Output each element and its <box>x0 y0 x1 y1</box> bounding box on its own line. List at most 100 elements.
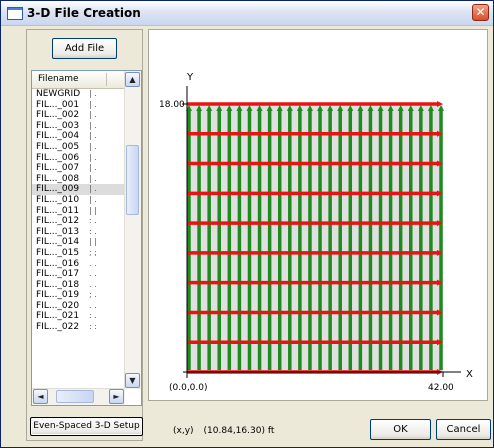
file-name: FIL..._017 <box>36 269 80 280</box>
grid-area <box>187 104 443 372</box>
file-list-item[interactable]: FIL..._011 | | <box>32 206 125 217</box>
file-list-item[interactable]: FIL..._015 ; ; <box>32 248 125 259</box>
file-name: FIL..._002 <box>36 110 80 121</box>
grid-plot-panel[interactable]: Y X 18.00 42.00 (0.0,0.0) <box>148 29 488 401</box>
file-list-item[interactable]: FIL..._013: . <box>32 227 125 238</box>
scroll-left-button[interactable]: ◄ <box>33 389 48 404</box>
filename-column-header[interactable]: Filename <box>32 71 125 89</box>
origin-label: (0.0,0.0) <box>169 383 208 393</box>
close-button[interactable]: ✕ <box>472 4 489 21</box>
file-list-item[interactable]: FIL..._007 | . <box>32 163 125 174</box>
file-list-item[interactable]: FIL..._009 | . <box>32 184 125 195</box>
file-status-mark: : . <box>89 216 97 226</box>
file-name: FIL..._021 <box>36 311 80 322</box>
file-list-item[interactable]: FIL..._022 : : <box>32 322 125 333</box>
file-name: FIL..._014 <box>36 237 80 248</box>
file-status-mark: | . <box>89 173 97 183</box>
file-creation-window: 3-D File Creation ✕ Add File Filename NE… <box>0 0 494 448</box>
horizontal-scrollbar[interactable]: ◄ ► <box>32 388 125 405</box>
file-name: FIL..._001 <box>36 99 80 110</box>
file-name: FIL..._009 <box>36 184 80 195</box>
file-status-mark: . . <box>89 279 97 289</box>
file-status-mark: | . <box>89 110 97 120</box>
cursor-readout-label: (x,y) <box>173 426 194 436</box>
file-list-item[interactable]: FIL..._006 | . <box>32 153 125 164</box>
file-status-mark: | | <box>89 237 97 247</box>
file-list-item[interactable]: FIL..._012 : . <box>32 216 125 227</box>
ok-button[interactable]: OK <box>370 419 431 440</box>
horizontal-scroll-thumb[interactable] <box>56 390 94 403</box>
file-name: FIL..._011 <box>36 205 80 216</box>
file-rows: NEWGRID | . FIL..._001 | . FIL..._002 | . FIL.… <box>32 89 125 333</box>
file-name: FIL..._019 <box>36 290 80 301</box>
file-list-item[interactable]: FIL..._001 | . <box>32 100 125 111</box>
file-name: FIL..._010 <box>36 194 80 205</box>
add-file-button[interactable]: Add File <box>52 38 117 59</box>
scroll-up-button[interactable]: ▲ <box>125 72 140 87</box>
file-list-item[interactable]: NEWGRID | . <box>32 89 125 100</box>
cursor-readout-value: (10.84,16.30) ft <box>203 426 275 436</box>
file-list-item[interactable]: FIL..._014 | | <box>32 237 125 248</box>
file-name: FIL..._005 <box>36 141 80 152</box>
even-spaced-setup-button[interactable]: Even-Spaced 3-D Setup <box>30 417 143 436</box>
file-list-item[interactable]: FIL..._020 . . <box>32 301 125 312</box>
file-status-mark: ; ; <box>89 247 97 257</box>
column-divider[interactable] <box>106 73 107 86</box>
file-name: FIL..._003 <box>36 120 80 131</box>
file-status-mark: : . <box>89 311 97 321</box>
file-status-mark: ; . <box>89 290 97 300</box>
file-list-item[interactable]: FIL..._016 . . <box>32 259 125 270</box>
file-status-mark: . . <box>89 269 97 279</box>
file-list-item[interactable]: FIL..._010 | . <box>32 195 125 206</box>
file-name: FIL..._015 <box>36 247 80 258</box>
file-panel: Add File Filename NEWGRID | . FIL..._001 | … <box>26 29 143 441</box>
file-name: FIL..._004 <box>36 131 80 142</box>
file-status-mark: | . <box>89 163 97 173</box>
x-max-label: 42.00 <box>428 383 454 393</box>
file-list-item[interactable]: FIL..._017 . . <box>32 269 125 280</box>
window-title: 3-D File Creation <box>27 6 141 20</box>
cursor-readout: (x,y) (10.84,16.30) ft <box>173 426 274 436</box>
filename-header-label: Filename <box>38 74 79 84</box>
vertical-scrollbar[interactable]: ▲ ▼ <box>124 71 141 389</box>
file-name: FIL..._008 <box>36 173 80 184</box>
file-name: FIL..._022 <box>36 322 80 333</box>
title-bar: 3-D File Creation ✕ <box>1 1 493 26</box>
file-name: FIL..._012 <box>36 216 80 227</box>
file-name: FIL..._007 <box>36 163 80 174</box>
file-list-item[interactable]: FIL..._005 | . <box>32 142 125 153</box>
window-icon <box>7 7 23 20</box>
file-name: NEWGRID <box>36 89 81 99</box>
file-status-mark: | . <box>89 184 97 194</box>
x-axis-label: X <box>466 369 473 380</box>
vertical-scroll-thumb[interactable] <box>126 145 139 215</box>
file-status-mark: | . <box>89 141 97 151</box>
file-status-mark: | | <box>89 205 97 215</box>
file-list-item[interactable]: FIL..._021 : . <box>32 311 125 322</box>
scroll-down-button[interactable]: ▼ <box>125 373 140 388</box>
file-status-mark: | . <box>89 120 97 130</box>
file-status-mark: | . <box>89 152 97 162</box>
file-status-mark: | . <box>89 89 97 98</box>
file-name: FIL..._016 <box>36 258 80 269</box>
file-status-mark: : : <box>89 322 97 332</box>
y-max-label: 18.00 <box>159 100 185 110</box>
cancel-button[interactable]: Cancel <box>436 419 491 440</box>
file-status-mark: | . <box>89 99 97 109</box>
file-name: FIL..._006 <box>36 152 80 163</box>
grid-plot[interactable]: Y X 18.00 42.00 (0.0,0.0) <box>149 30 487 400</box>
file-name: FIL..._020 <box>36 300 80 311</box>
file-status-mark: | . <box>89 194 97 204</box>
file-list-item[interactable]: FIL..._008 | . <box>32 174 125 185</box>
file-status-mark: | . <box>89 131 97 141</box>
y-axis-label: Y <box>186 72 194 83</box>
file-list-item[interactable]: FIL..._018 . . <box>32 280 125 291</box>
file-list-item[interactable]: FIL..._019 ; . <box>32 290 125 301</box>
file-list[interactable]: Filename NEWGRID | . FIL..._001 | . FIL..._0… <box>31 70 142 406</box>
scroll-right-button[interactable]: ► <box>109 389 124 404</box>
file-list-item[interactable]: FIL..._004 | . <box>32 131 125 142</box>
file-status-mark: . . <box>89 300 97 310</box>
file-list-item[interactable]: FIL..._003 | . <box>32 121 125 132</box>
file-status-mark: . . <box>89 258 97 268</box>
file-list-item[interactable]: FIL..._002 | . <box>32 110 125 121</box>
